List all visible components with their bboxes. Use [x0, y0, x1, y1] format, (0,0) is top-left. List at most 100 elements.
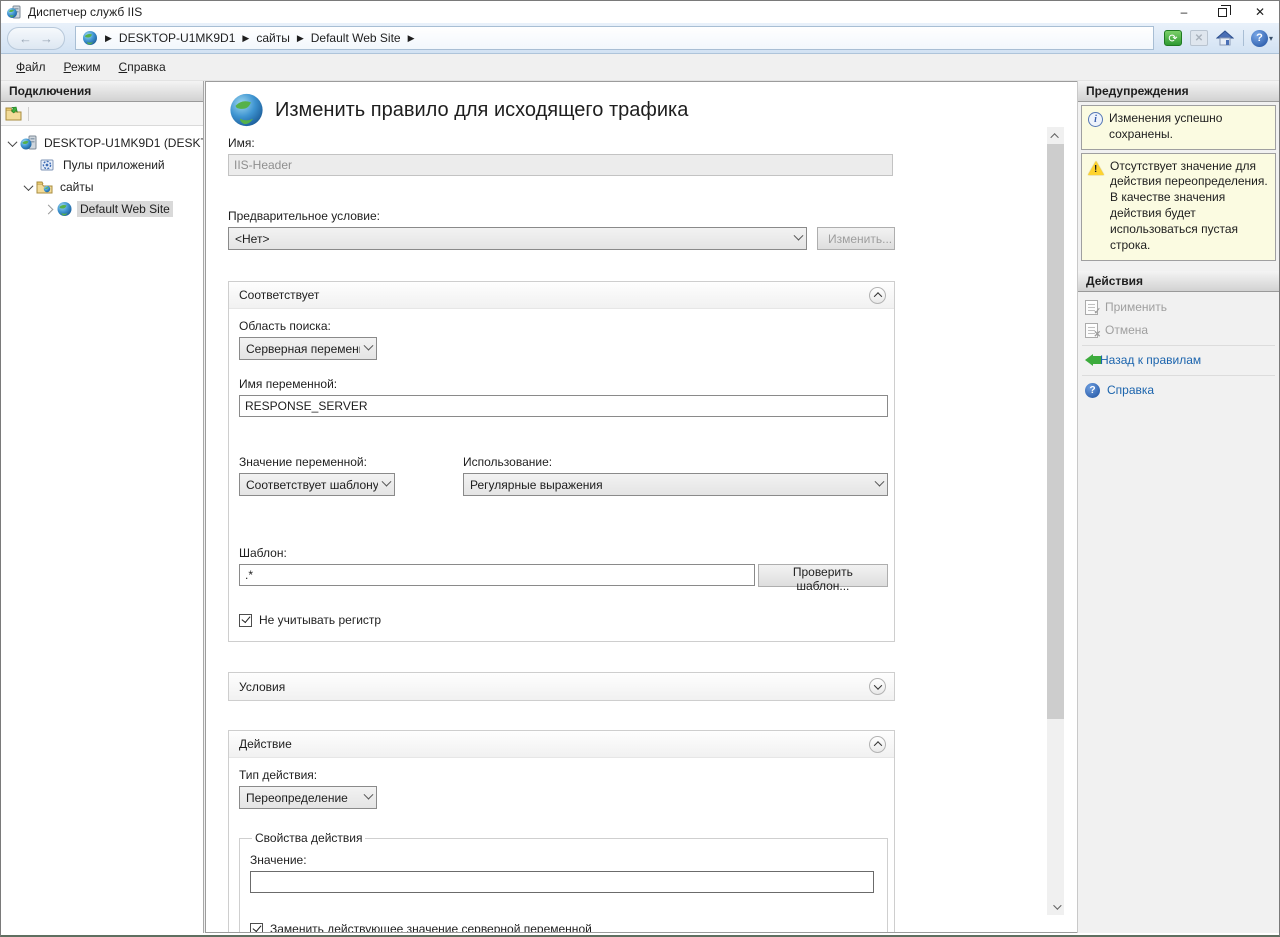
content-area: Подключения — [1, 81, 1279, 933]
chevron-up-icon — [873, 292, 881, 300]
value-input[interactable] — [250, 871, 874, 893]
apply-label: Применить — [1105, 300, 1167, 314]
name-input[interactable] — [228, 154, 893, 176]
actions-list: ✓ Применить ✕ Отмена Назад к правилам ? … — [1078, 292, 1279, 406]
scroll-up-button[interactable] — [1047, 127, 1064, 144]
breadcrumb: ▶ DESKTOP-U1MK9D1 ▶ сайты ▶ Default Web … — [75, 26, 1154, 50]
tree-item-label: Пулы приложений — [60, 157, 168, 173]
stop-icon: ✕ — [1190, 30, 1208, 46]
breadcrumb-item-server[interactable]: DESKTOP-U1MK9D1 — [119, 31, 235, 45]
expand-button[interactable] — [869, 678, 886, 695]
globe-icon — [82, 30, 98, 46]
tree-item-sites[interactable]: сайты — [1, 176, 203, 198]
vertical-scrollbar[interactable] — [1047, 127, 1064, 915]
action-type-value: Переопределение — [246, 791, 360, 805]
match-group: Соответствует Область поиска: Серверная … — [228, 281, 895, 642]
info-icon: i — [1088, 112, 1103, 127]
tree-item-default-web-site[interactable]: Default Web Site — [1, 198, 203, 220]
breadcrumb-item-sites[interactable]: сайты — [256, 31, 290, 45]
minimize-icon[interactable]: – — [1165, 1, 1203, 23]
chevron-down-icon[interactable] — [24, 181, 34, 191]
menu-file[interactable]: Файл — [7, 57, 55, 77]
tree-item-server[interactable]: DESKTOP-U1MK9D1 (DESKTO — [1, 132, 203, 154]
pattern-label: Шаблон: — [239, 546, 888, 560]
action-group-header[interactable]: Действие — [229, 731, 894, 758]
app-icon — [6, 4, 22, 20]
chevron-down-icon: ▾ — [1269, 34, 1273, 43]
scope-select[interactable]: Серверная переменн — [239, 337, 377, 360]
refresh-icon: ⟳ — [1164, 30, 1182, 46]
cancel-icon: ✕ — [1085, 323, 1098, 338]
connections-panel: Подключения — [1, 81, 204, 933]
restore-icon[interactable] — [1203, 1, 1241, 23]
precondition-value: <Нет> — [235, 232, 790, 246]
value-label: Значение: — [250, 853, 877, 867]
menu-bar: Файл Режим Справка — [1, 54, 1279, 81]
replace-value-checkbox[interactable] — [250, 923, 263, 934]
chevron-right-icon[interactable] — [44, 204, 54, 214]
conditions-group-title: Условия — [239, 680, 869, 694]
using-select[interactable]: Регулярные выражения — [463, 473, 888, 496]
chevron-up-icon — [873, 741, 881, 749]
variable-name-label: Имя переменной: — [239, 377, 888, 391]
tree-item-label: Default Web Site — [77, 201, 173, 217]
match-group-header[interactable]: Соответствует — [229, 282, 894, 309]
chevron-down-icon — [364, 341, 374, 351]
help-icon: ? — [1251, 30, 1268, 47]
conditions-group-header[interactable]: Условия — [229, 673, 894, 700]
app-pools-icon — [39, 157, 56, 173]
test-pattern-button[interactable]: Проверить шаблон... — [758, 564, 888, 587]
divider — [1082, 345, 1275, 346]
help-label: Справка — [1107, 383, 1154, 397]
close-icon[interactable]: ✕ — [1241, 1, 1279, 23]
collapse-button[interactable] — [869, 736, 886, 753]
menu-view[interactable]: Режим — [55, 57, 110, 77]
stop-button[interactable]: ✕ — [1188, 28, 1210, 48]
warning-icon — [1088, 161, 1104, 175]
pattern-input[interactable] — [239, 564, 755, 586]
refresh-button[interactable]: ⟳ — [1162, 28, 1184, 48]
scrollbar-thumb[interactable] — [1047, 144, 1064, 719]
forward-icon[interactable]: → — [40, 32, 53, 45]
breadcrumb-separator-icon: ▶ — [408, 33, 415, 44]
breadcrumb-separator-icon: ▶ — [297, 33, 304, 44]
ignore-case-checkbox[interactable] — [239, 614, 252, 627]
replace-value-label: Заменить действующее значение серверной … — [270, 922, 592, 933]
apply-action[interactable]: ✓ Применить — [1078, 296, 1279, 319]
page-globe-icon — [228, 92, 265, 128]
scope-value: Серверная переменн — [246, 342, 360, 356]
help-icon: ? — [1085, 383, 1100, 398]
help-button[interactable]: ? ▾ — [1251, 28, 1273, 48]
tree-item-label: DESKTOP-U1MK9D1 (DESKTO — [41, 135, 203, 151]
back-icon[interactable]: ← — [19, 32, 32, 45]
divider — [1082, 375, 1275, 376]
connections-toolbar — [1, 102, 203, 126]
collapse-button[interactable] — [869, 287, 886, 304]
variable-value-select[interactable]: Соответствует шаблону — [239, 473, 395, 496]
connections-header: Подключения — [1, 81, 203, 102]
edit-precondition-button[interactable]: Изменить... — [817, 227, 895, 250]
new-connection-icon[interactable] — [5, 106, 22, 121]
scroll-down-button[interactable] — [1047, 898, 1064, 915]
back-to-rules-action[interactable]: Назад к правилам — [1078, 349, 1279, 372]
tree-item-app-pools[interactable]: Пулы приложений — [1, 154, 203, 176]
cancel-action[interactable]: ✕ Отмена — [1078, 319, 1279, 342]
chevron-down-icon — [794, 231, 804, 241]
toolbar-separator — [1243, 30, 1244, 46]
variable-name-input[interactable] — [239, 395, 888, 417]
ignore-case-label: Не учитывать регистр — [259, 613, 381, 627]
info-notice: i Изменения успешно сохранены. — [1081, 105, 1276, 150]
help-action[interactable]: ? Справка — [1078, 379, 1279, 402]
apply-icon: ✓ — [1085, 300, 1098, 315]
action-type-label: Тип действия: — [239, 768, 888, 782]
right-panel: Предупреждения i Изменения успешно сохра… — [1077, 81, 1279, 933]
breadcrumb-item-default-web-site[interactable]: Default Web Site — [311, 31, 401, 45]
chevron-down-icon[interactable] — [8, 137, 18, 147]
using-value: Регулярные выражения — [470, 478, 871, 492]
action-type-select[interactable]: Переопределение — [239, 786, 377, 809]
breadcrumb-separator-icon: ▶ — [105, 33, 112, 44]
menu-help[interactable]: Справка — [110, 57, 175, 77]
window-title: Диспетчер служб IIS — [28, 5, 142, 19]
precondition-select[interactable]: <Нет> — [228, 227, 807, 250]
home-button[interactable] — [1214, 28, 1236, 48]
